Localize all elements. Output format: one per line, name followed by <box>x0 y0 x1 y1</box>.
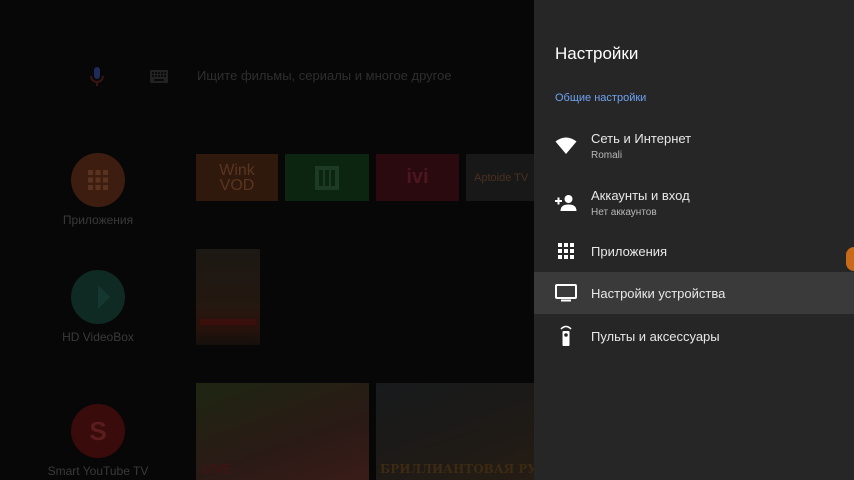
wink-tile-line1: Wink <box>219 161 255 179</box>
search-placeholder[interactable]: Ищите фильмы, сериалы и многое другое <box>197 68 452 83</box>
assistant-edge-indicator <box>846 247 854 271</box>
masha-video-thumbnail[interactable]: LIVE <box>196 383 369 480</box>
tv-icon <box>555 282 577 304</box>
settings-item-apps[interactable]: Приложения <box>534 230 854 272</box>
wink-vod-tile[interactable]: Wink VOD <box>196 154 278 201</box>
live-badge: LIVE <box>202 461 231 476</box>
microphone-icon[interactable] <box>88 66 106 88</box>
network-sublabel: Romali <box>591 150 623 161</box>
ivi-tile[interactable]: ivi <box>376 154 459 201</box>
apps-grid-icon <box>555 240 577 262</box>
launcher-apps-shortcut[interactable]: Приложения <box>43 153 153 227</box>
launcher-background: Ищите фильмы, сериалы и многое другое Пр… <box>0 0 534 480</box>
aptoide-tile[interactable]: Aptoide TV <box>466 154 534 201</box>
accounts-sublabel: Нет аккаунтов <box>591 207 657 218</box>
wifi-icon <box>555 135 577 157</box>
wink-tile-line2: VOD <box>219 176 255 194</box>
section-header-general: Общие настройки <box>555 92 647 104</box>
settings-item-remotes[interactable]: Пульты и аксессуары <box>534 315 854 357</box>
add-person-icon <box>555 192 577 214</box>
apps-label: Приложения <box>591 243 668 259</box>
remotes-label: Пульты и аксессуары <box>591 328 720 344</box>
apps-grid-icon <box>71 153 125 207</box>
movie-poster[interactable] <box>196 249 260 345</box>
smart-youtube-icon: S <box>71 404 125 458</box>
launcher-smart-youtube-shortcut[interactable]: S Smart YouTube TV <box>43 404 153 478</box>
movie-thumbnail[interactable]: БРИЛЛИАНТОВАЯ РУКА <box>376 383 534 480</box>
settings-item-network[interactable]: Сеть и Интернет Romali <box>534 122 854 170</box>
network-label: Сеть и Интернет <box>591 131 692 146</box>
green-app-icon <box>315 165 339 190</box>
settings-item-accounts[interactable]: Аккаунты и вход Нет аккаунтов <box>534 179 854 227</box>
settings-panel: Настройки Общие настройки Сеть и Интерне… <box>534 0 854 480</box>
launcher-smart-youtube-label: Smart YouTube TV <box>47 464 149 478</box>
settings-item-device-preferences[interactable]: Настройки устройства <box>534 272 854 314</box>
remote-icon <box>555 325 577 347</box>
thumbnail-caption: БРИЛЛИАНТОВАЯ РУКА <box>380 462 534 476</box>
settings-title: Настройки <box>555 44 639 63</box>
accounts-label: Аккаунты и вход <box>591 188 690 203</box>
hdvideobox-icon <box>71 270 125 324</box>
device-preferences-label: Настройки устройства <box>591 285 726 301</box>
launcher-apps-label: Приложения <box>62 213 134 227</box>
green-app-tile[interactable] <box>285 154 369 201</box>
launcher-hdvideobox-shortcut[interactable]: HD VideoBox <box>43 270 153 344</box>
launcher-hdvideobox-label: HD VideoBox <box>62 330 134 344</box>
keyboard-icon[interactable] <box>150 70 168 83</box>
